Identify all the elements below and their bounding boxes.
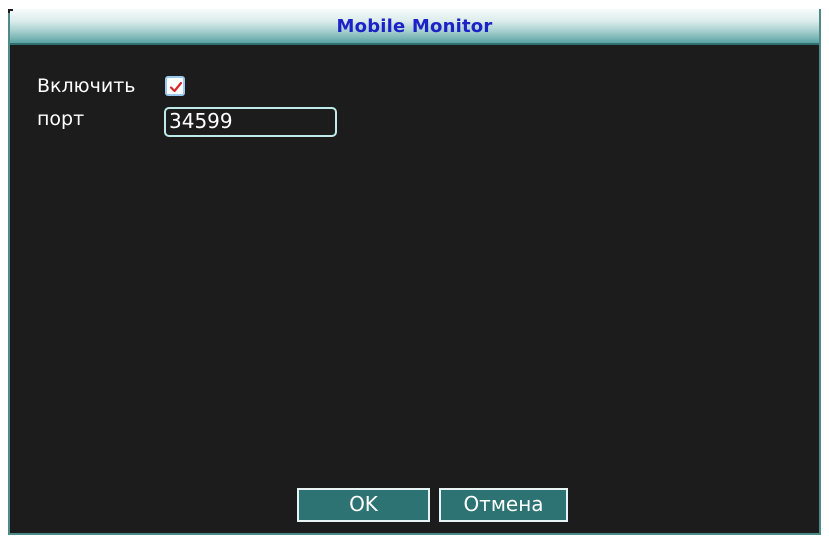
- ok-button[interactable]: OK: [297, 488, 430, 522]
- port-input[interactable]: 34599: [164, 107, 337, 137]
- title-bar: Mobile Monitor: [10, 9, 819, 45]
- enable-label: Включить: [37, 75, 136, 97]
- enable-checkbox[interactable]: [165, 76, 185, 96]
- cancel-button[interactable]: Отмена: [439, 488, 568, 522]
- checkmark-icon: [169, 81, 183, 93]
- port-label: порт: [37, 108, 85, 130]
- corner-mark: [8, 9, 13, 13]
- mobile-monitor-dialog: Mobile Monitor Включить порт 34599 OK От…: [8, 9, 821, 535]
- dialog-title: Mobile Monitor: [336, 16, 493, 37]
